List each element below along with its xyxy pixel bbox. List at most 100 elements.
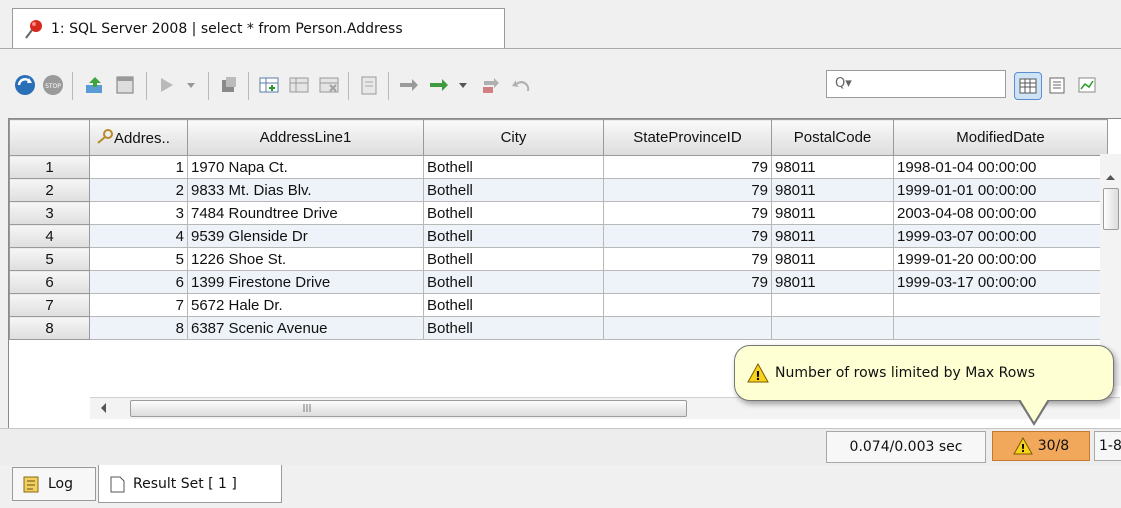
modified-date-cell[interactable]: 1999-01-20 00:00:00	[893, 247, 1108, 271]
state-province-id-cell[interactable]: 79	[603, 178, 772, 202]
column-header[interactable]: PostalCode	[771, 119, 894, 156]
column-header[interactable]: AddressLine1	[187, 119, 424, 156]
modified-date-cell[interactable]: 1999-03-17 00:00:00	[893, 270, 1108, 294]
address-line1-cell[interactable]: 5672 Hale Dr.	[187, 293, 424, 317]
horizontal-scroll-thumb[interactable]	[130, 400, 687, 417]
row-number-cell[interactable]: 8	[9, 316, 90, 340]
address-id-cell[interactable]: 6	[89, 270, 188, 294]
grid-view-icon[interactable]	[1014, 72, 1042, 100]
city-cell[interactable]: Bothell	[423, 247, 604, 271]
table-row[interactable]: 3 3 7484 Roundtree Drive Bothell 79 98011 2003…	[9, 201, 1108, 225]
commit-icon[interactable]	[426, 72, 452, 98]
row-number-cell[interactable]: 3	[9, 201, 90, 225]
insert-row-icon[interactable]	[256, 72, 282, 98]
tab-log[interactable]: Log	[12, 467, 96, 501]
modified-date-cell[interactable]: 1999-01-01 00:00:00	[893, 178, 1108, 202]
column-header[interactable]: Addres..	[89, 119, 188, 156]
export-icon[interactable]	[82, 72, 108, 98]
address-id-cell[interactable]: 1	[89, 155, 188, 179]
text-view-icon[interactable]	[1044, 72, 1070, 98]
delete-row-icon[interactable]	[316, 72, 342, 98]
address-line1-cell[interactable]: 7484 Roundtree Drive	[187, 201, 424, 225]
duplicate-row-icon[interactable]	[286, 72, 312, 98]
stop-icon[interactable]: STOP	[40, 72, 66, 98]
modified-date-cell[interactable]: 1998-01-04 00:00:00	[893, 155, 1108, 179]
postal-code-cell[interactable]: 98011	[771, 201, 894, 225]
state-province-id-cell[interactable]: 79	[603, 201, 772, 225]
modified-date-cell[interactable]: 2003-04-08 00:00:00	[893, 201, 1108, 225]
row-number-cell[interactable]: 2	[9, 178, 90, 202]
tab-result-set[interactable]: Result Set [ 1 ]	[98, 465, 282, 503]
copy-icon[interactable]	[216, 72, 242, 98]
table-row[interactable]: 4 4 9539 Glenside Dr Bothell 79 98011 1999-03-…	[9, 224, 1108, 248]
city-cell[interactable]: Bothell	[423, 316, 604, 340]
modified-date-cell[interactable]	[893, 293, 1108, 317]
city-cell[interactable]: Bothell	[423, 201, 604, 225]
table-row[interactable]: 2 2 9833 Mt. Dias Blv. Bothell 79 98011 1999-0…	[9, 178, 1108, 202]
address-id-cell[interactable]: 3	[89, 201, 188, 225]
row-number-cell[interactable]: 4	[9, 224, 90, 248]
row-number-cell[interactable]: 1	[9, 155, 90, 179]
city-cell[interactable]: Bothell	[423, 293, 604, 317]
address-line1-cell[interactable]: 1970 Napa Ct.	[187, 155, 424, 179]
address-line1-cell[interactable]: 9539 Glenside Dr	[187, 224, 424, 248]
postal-code-cell[interactable]: 98011	[771, 155, 894, 179]
row-number-cell[interactable]: 5	[9, 247, 90, 271]
column-header[interactable]: City	[423, 119, 604, 156]
query-tab[interactable]: 1: SQL Server 2008 | select * from Perso…	[12, 8, 505, 48]
address-line1-cell[interactable]: 6387 Scenic Avenue	[187, 316, 424, 340]
undo-icon[interactable]	[508, 72, 534, 98]
state-province-id-cell[interactable]: 79	[603, 247, 772, 271]
chart-view-icon[interactable]	[1074, 72, 1100, 98]
table-row[interactable]: 1 1 1970 Napa Ct. Bothell 79 98011 1998-01-04 …	[9, 155, 1108, 179]
row-number-cell[interactable]: 6	[9, 270, 90, 294]
table-row[interactable]: 5 5 1226 Shoe St. Bothell 79 98011 1999-01-20 …	[9, 247, 1108, 271]
svg-text:!: !	[755, 369, 760, 383]
row-limit-warning-badge[interactable]: ! 30/8	[992, 431, 1090, 461]
table-row[interactable]: 6 6 1399 Firestone Drive Bothell 79 98011 1999…	[9, 270, 1108, 294]
table-row[interactable]: 8 8 6387 Scenic Avenue Bothell	[9, 316, 1108, 340]
postal-code-cell[interactable]	[771, 293, 894, 317]
table-row[interactable]: 7 7 5672 Hale Dr. Bothell	[9, 293, 1108, 317]
row-number-cell[interactable]: 7	[9, 293, 90, 317]
modified-date-cell[interactable]: 1999-03-07 00:00:00	[893, 224, 1108, 248]
city-cell[interactable]: Bothell	[423, 178, 604, 202]
address-line1-cell[interactable]: 1226 Shoe St.	[187, 247, 424, 271]
address-id-cell[interactable]: 4	[89, 224, 188, 248]
state-province-id-cell[interactable]	[603, 293, 772, 317]
modified-date-cell[interactable]	[893, 316, 1108, 340]
city-cell[interactable]: Bothell	[423, 224, 604, 248]
search-input[interactable]: Q▾	[826, 70, 1006, 98]
column-header[interactable]: ModifiedDate	[893, 119, 1108, 156]
state-province-id-cell[interactable]: 79	[603, 270, 772, 294]
scroll-left-icon[interactable]	[94, 398, 114, 418]
postal-code-cell[interactable]: 98011	[771, 178, 894, 202]
postal-code-cell[interactable]: 98011	[771, 247, 894, 271]
state-province-id-cell[interactable]: 79	[603, 224, 772, 248]
address-line1-cell[interactable]: 1399 Firestone Drive	[187, 270, 424, 294]
address-id-cell[interactable]: 8	[89, 316, 188, 340]
refresh-icon[interactable]	[12, 72, 38, 98]
state-province-id-cell[interactable]	[603, 316, 772, 340]
edit-record-icon[interactable]	[356, 72, 382, 98]
dropdown-chevron-icon[interactable]	[184, 72, 198, 98]
address-line1-cell[interactable]: 9833 Mt. Dias Blv.	[187, 178, 424, 202]
rollback-icon[interactable]	[478, 72, 504, 98]
execute-arrow-icon[interactable]	[154, 72, 180, 98]
scroll-up-icon[interactable]	[1100, 168, 1121, 188]
postal-code-cell[interactable]	[771, 316, 894, 340]
city-cell[interactable]: Bothell	[423, 270, 604, 294]
postal-code-cell[interactable]: 98011	[771, 224, 894, 248]
postal-code-cell[interactable]: 98011	[771, 270, 894, 294]
vertical-scroll-thumb[interactable]	[1103, 188, 1119, 230]
tab-result-set-label: Result Set [ 1 ]	[133, 475, 237, 492]
column-header[interactable]: StateProvinceID	[603, 119, 772, 156]
address-id-cell[interactable]: 5	[89, 247, 188, 271]
address-id-cell[interactable]: 2	[89, 178, 188, 202]
table-icon[interactable]	[112, 72, 138, 98]
state-province-id-cell[interactable]: 79	[603, 155, 772, 179]
commit-dropdown-chevron-icon[interactable]	[456, 72, 470, 98]
address-id-cell[interactable]: 7	[89, 293, 188, 317]
apply-changes-icon[interactable]	[396, 72, 422, 98]
city-cell[interactable]: Bothell	[423, 155, 604, 179]
